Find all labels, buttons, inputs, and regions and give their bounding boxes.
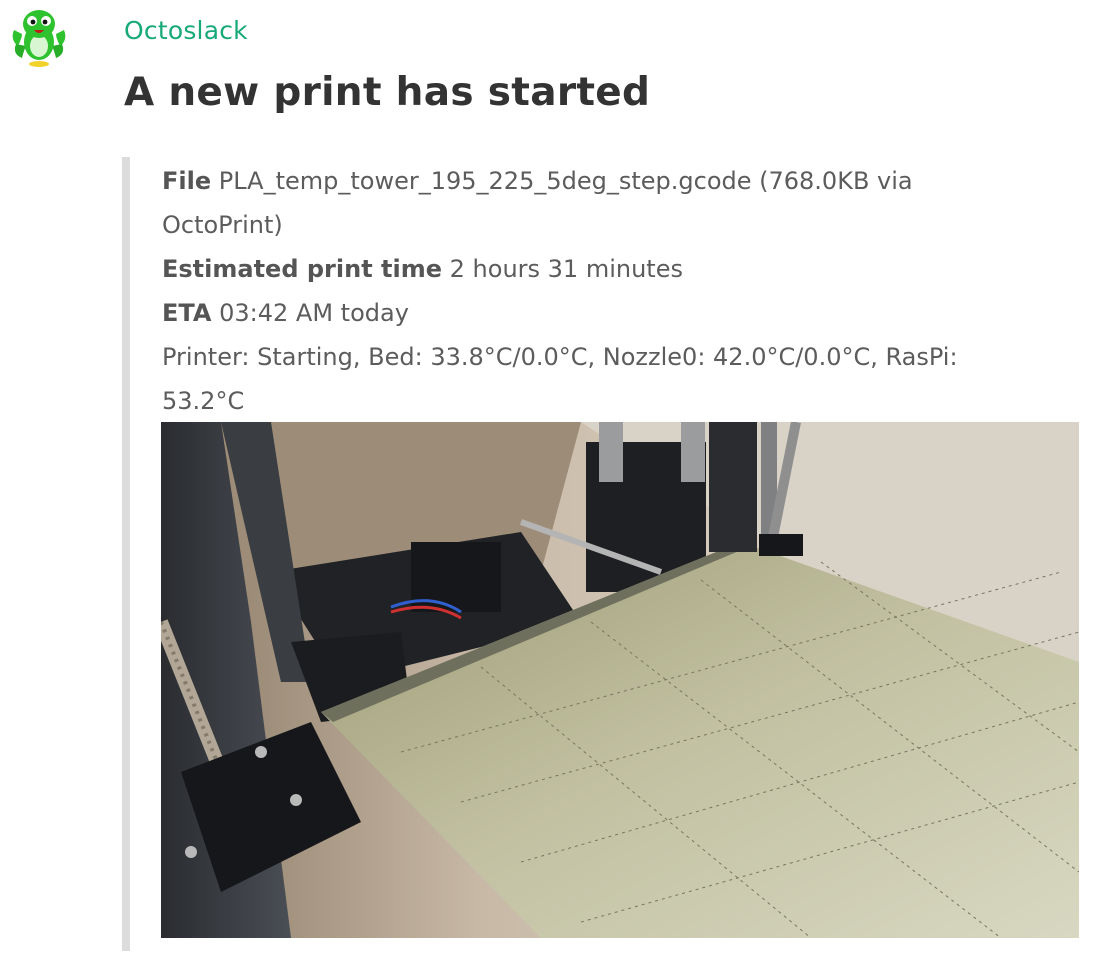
- octoprint-octopus-icon: [12, 10, 66, 67]
- attachment-fields: File PLA_temp_tower_195_225_5deg_step.gc…: [162, 159, 1022, 423]
- printer-photo: [161, 422, 1079, 938]
- file-label: File: [162, 167, 212, 195]
- print-time-field: Estimated print time 2 hours 31 minutes: [162, 247, 1022, 291]
- attachment-bar: [122, 157, 130, 951]
- print-time-label: Estimated print time: [162, 255, 443, 283]
- avatar[interactable]: [8, 6, 70, 68]
- message-title: A new print has started: [124, 70, 651, 115]
- sender-name[interactable]: Octoslack: [124, 16, 248, 45]
- webcam-snapshot[interactable]: [161, 422, 1079, 938]
- file-field: File PLA_temp_tower_195_225_5deg_step.gc…: [162, 159, 1022, 247]
- eta-value: 03:42 AM today: [219, 299, 409, 327]
- file-value: PLA_temp_tower_195_225_5deg_step.gcode (…: [162, 167, 913, 239]
- eta-field: ETA 03:42 AM today: [162, 291, 1022, 335]
- print-time-value: 2 hours 31 minutes: [449, 255, 683, 283]
- message-attachment: File PLA_temp_tower_195_225_5deg_step.gc…: [122, 157, 1082, 951]
- eta-label: ETA: [162, 299, 212, 327]
- printer-status: Printer: Starting, Bed: 33.8°C/0.0°C, No…: [162, 343, 958, 415]
